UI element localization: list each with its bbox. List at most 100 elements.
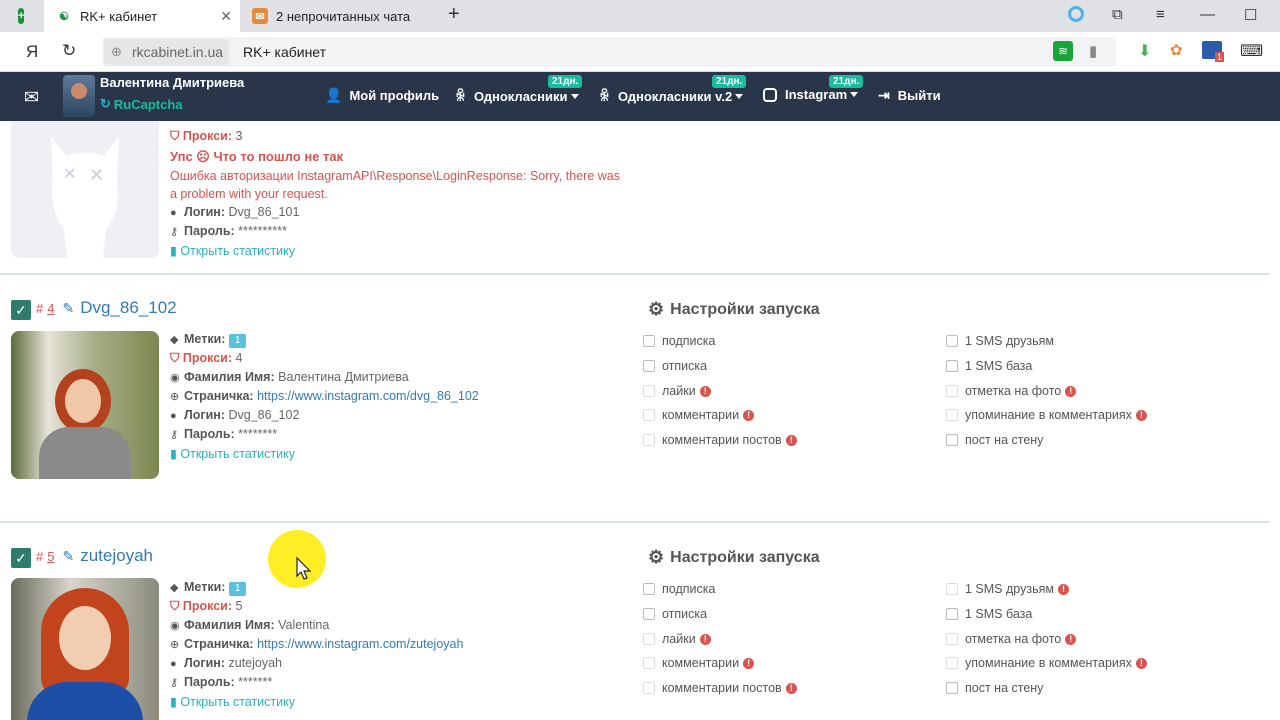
checkbox[interactable]: [643, 682, 655, 694]
option-subscribe[interactable]: подписка: [643, 582, 715, 596]
pencil-icon[interactable]: ✎: [62, 548, 74, 565]
minimize-icon[interactable]: —: [1200, 6, 1215, 23]
mail-icon[interactable]: ✉: [24, 87, 39, 108]
user-icon: 👤: [325, 87, 343, 103]
avatar[interactable]: [63, 75, 95, 117]
option-comment-mention[interactable]: упоминание в комментариях!: [946, 656, 1147, 670]
wifi-icon[interactable]: ≋: [1053, 41, 1073, 61]
option-comment-mention[interactable]: упоминание в комментариях!: [946, 408, 1147, 422]
domain-box[interactable]: ⊕ rkcabinet.in.ua: [104, 39, 230, 65]
yandex-logo[interactable]: Я: [26, 42, 38, 62]
account-username[interactable]: Dvg_86_102: [80, 298, 176, 318]
option-wall-post[interactable]: пост на стену: [946, 433, 1043, 447]
checkbox[interactable]: [946, 409, 958, 421]
checkbox[interactable]: [643, 657, 655, 669]
option-sms-base[interactable]: 1 SMS база: [946, 607, 1032, 621]
logout-icon: ⇥: [878, 87, 890, 103]
option-photo-tag[interactable]: отметка на фото!: [946, 384, 1077, 398]
gears-icon: ⚙: [648, 299, 665, 319]
extension-icon-3[interactable]: 1: [1202, 41, 1224, 62]
nav-my-profile[interactable]: 👤 Мой профиль: [325, 87, 439, 104]
checkbox[interactable]: [946, 385, 958, 397]
extension-icon-1[interactable]: ⬇: [1138, 41, 1151, 61]
option-subscribe[interactable]: подписка: [643, 334, 715, 348]
option-likes[interactable]: лайки!: [643, 632, 711, 646]
tag-badge[interactable]: 1: [228, 334, 247, 348]
select-checkbox[interactable]: ✓: [11, 548, 31, 568]
bar-chart-icon: ▮: [170, 243, 177, 258]
close-tab-icon[interactable]: ✕: [220, 8, 232, 25]
checkbox[interactable]: [643, 409, 655, 421]
maximize-icon[interactable]: ☐: [1244, 6, 1257, 24]
option-comments[interactable]: комментарии!: [643, 656, 755, 670]
open-stats-link[interactable]: ▮ Открыть статистику: [170, 445, 479, 463]
open-stats-link[interactable]: ▮ Открыть статистику: [170, 242, 620, 260]
pencil-icon[interactable]: ✎: [62, 300, 74, 317]
option-sms-friends[interactable]: 1 SMS друзьям!: [946, 582, 1069, 596]
account-number[interactable]: 4: [47, 301, 54, 316]
tab-rk-cabinet[interactable]: ☯ RK+ кабинет ✕: [44, 0, 240, 32]
key-icon: ⚷: [170, 226, 179, 239]
refresh-icon: ↻: [100, 96, 111, 111]
mail-favicon-icon: ✉: [252, 8, 268, 24]
open-stats-link[interactable]: ▮ Открыть статистику: [170, 693, 463, 711]
nav-logout[interactable]: ⇥ Выйти: [878, 87, 941, 104]
captcha-label[interactable]: ↻ RuCaptcha: [100, 96, 183, 112]
checkbox[interactable]: [643, 608, 655, 620]
checkbox[interactable]: [643, 633, 655, 645]
proxy-row: ⛉ Прокси: 5: [170, 599, 243, 614]
option-sms-base[interactable]: 1 SMS база: [946, 359, 1032, 373]
nav-odnoklassniki-v2[interactable]: ꆜ Однокласники v.2: [599, 87, 744, 105]
password-value[interactable]: *******: [238, 675, 272, 689]
bookmarks-icon[interactable]: ⧉: [1112, 6, 1123, 23]
checkbox[interactable]: [946, 682, 958, 694]
checkbox[interactable]: [946, 360, 958, 372]
option-post-comments[interactable]: комментарии постов!: [643, 681, 797, 695]
alert-icon: !: [699, 385, 711, 397]
alert-icon: !: [785, 682, 797, 694]
extension-icon-4[interactable]: ⌨: [1240, 41, 1263, 61]
nav-odnoklassniki[interactable]: ꆜ Однокласники: [455, 87, 579, 105]
option-sms-friends[interactable]: 1 SMS друзьям: [946, 334, 1054, 348]
menu-icon[interactable]: ≡: [1156, 6, 1165, 23]
instagram-page-link[interactable]: https://www.instagram.com/zutejoyah: [257, 637, 463, 651]
checkbox[interactable]: [946, 434, 958, 446]
select-checkbox[interactable]: ✓: [11, 300, 31, 320]
tab-chats[interactable]: ✉ 2 непрочитанных чата: [242, 0, 438, 32]
instagram-page-link[interactable]: https://www.instagram.com/dvg_86_102: [257, 389, 479, 403]
password-value[interactable]: ********: [238, 427, 277, 441]
option-wall-post[interactable]: пост на стену: [946, 681, 1043, 695]
checkbox[interactable]: [946, 608, 958, 620]
nav-user-name[interactable]: Валентина Дмитриева: [100, 75, 244, 90]
settings-heading: ⚙ Настройки запуска: [648, 547, 820, 567]
option-unsubscribe[interactable]: отписка: [643, 359, 707, 373]
tag-badge[interactable]: 1: [228, 582, 247, 596]
globe-icon: ⊕: [170, 390, 180, 403]
alice-icon[interactable]: [1068, 6, 1084, 26]
checkbox[interactable]: [643, 583, 655, 595]
checkbox[interactable]: [946, 335, 958, 347]
shield-icon: ⛉: [170, 129, 180, 143]
checkbox[interactable]: [643, 385, 655, 397]
new-tab-icon[interactable]: +: [448, 3, 460, 26]
account-username[interactable]: zutejoyah: [80, 546, 153, 566]
account-number[interactable]: 5: [47, 549, 54, 564]
checkbox[interactable]: [643, 335, 655, 347]
option-likes[interactable]: лайки!: [643, 384, 711, 398]
nav-instagram[interactable]: Instagram: [763, 87, 859, 102]
shield-icon: ⛉: [170, 599, 180, 614]
password-row: ⚷ Пароль: *******: [170, 673, 463, 692]
extension-icon-2[interactable]: ✿: [1170, 41, 1183, 59]
option-unsubscribe[interactable]: отписка: [643, 607, 707, 621]
checkbox[interactable]: [946, 583, 958, 595]
checkbox[interactable]: [946, 633, 958, 645]
sheets-tab[interactable]: +: [0, 0, 25, 32]
checkbox[interactable]: [643, 360, 655, 372]
bookmark-icon[interactable]: ▮: [1089, 42, 1097, 60]
option-photo-tag[interactable]: отметка на фото!: [946, 632, 1077, 646]
reload-icon[interactable]: ↻: [62, 41, 76, 61]
checkbox[interactable]: [946, 657, 958, 669]
option-comments[interactable]: комментарии!: [643, 408, 755, 422]
checkbox[interactable]: [643, 434, 655, 446]
option-post-comments[interactable]: комментарии постов!: [643, 433, 797, 447]
